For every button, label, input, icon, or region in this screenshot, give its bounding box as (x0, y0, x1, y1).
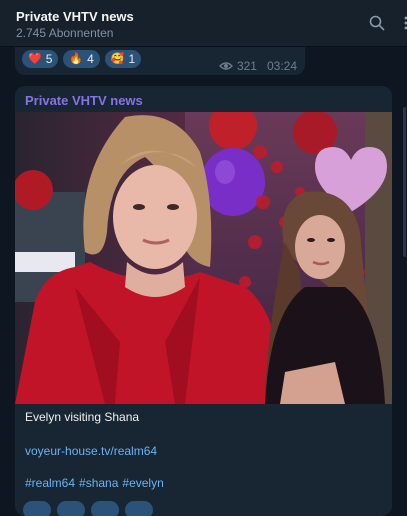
fire-emoji-icon: 🔥 (69, 54, 83, 65)
eye-icon (219, 61, 233, 71)
post-channel-name[interactable]: Private VHTV news (25, 93, 143, 108)
post-link[interactable]: voyeur-house.tv/realm64 (25, 444, 157, 458)
post-reaction-bar (23, 501, 153, 516)
scrollbar[interactable] (403, 107, 406, 257)
smiling-hearts-emoji-icon: 🥰 (111, 54, 125, 65)
search-button[interactable] (366, 12, 388, 34)
heart-emoji-icon: ❤️ (28, 54, 42, 65)
hashtag[interactable]: #realm64 (25, 476, 75, 490)
hashtag[interactable]: #shana (79, 476, 118, 490)
chat-header[interactable]: Private VHTV news 2.745 Abonnenten (0, 0, 407, 47)
search-icon (369, 15, 385, 31)
message-meta: 321 03:24 (219, 59, 297, 73)
post-photo[interactable] (15, 112, 392, 404)
reaction-count: 4 (87, 52, 94, 66)
reaction-bar: ❤️ 5 🔥 4 🥰 1 (22, 50, 141, 68)
channel-title[interactable]: Private VHTV news (16, 9, 134, 24)
previous-message-bubble[interactable]: ❤️ 5 🔥 4 🥰 1 321 03:24 (15, 47, 305, 75)
subscriber-count: 2.745 Abonnenten (16, 26, 113, 40)
message-list[interactable]: ❤️ 5 🔥 4 🥰 1 321 03:24 Private VHTV news (0, 47, 407, 500)
reaction-heart[interactable]: ❤️ 5 (22, 50, 58, 68)
post-caption: Evelyn visiting Shana (25, 410, 139, 424)
post-reaction[interactable] (23, 501, 51, 516)
hashtag[interactable]: #evelyn (122, 476, 163, 490)
reaction-count: 5 (46, 52, 53, 66)
channel-post-bubble[interactable]: Private VHTV news (15, 86, 392, 516)
reaction-fire[interactable]: 🔥 4 (63, 50, 99, 68)
reaction-love[interactable]: 🥰 1 (105, 50, 141, 68)
view-count: 321 (237, 59, 257, 73)
post-reaction[interactable] (57, 501, 85, 516)
post-reaction[interactable] (91, 501, 119, 516)
more-button[interactable] (395, 12, 407, 34)
post-reaction[interactable] (125, 501, 153, 516)
hashtag-list: #realm64 #shana #evelyn (25, 476, 164, 490)
more-vertical-icon (403, 15, 407, 31)
reaction-count: 1 (128, 52, 135, 66)
message-time: 03:24 (267, 59, 297, 73)
